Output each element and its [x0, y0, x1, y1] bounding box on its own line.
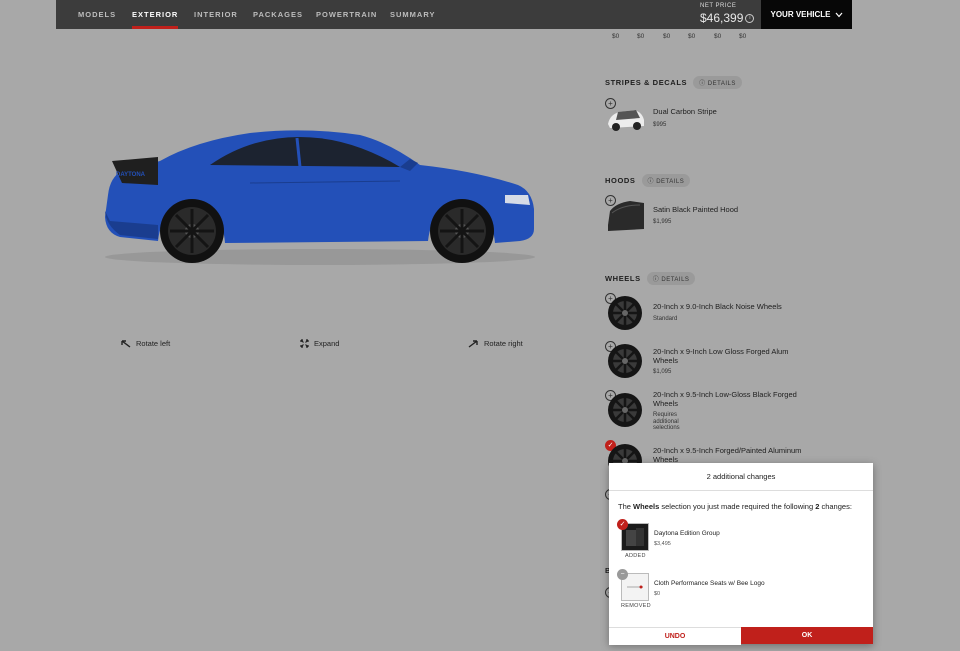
modal-message: The Wheels selection you just made requi…	[618, 502, 852, 511]
rotate-left-label: Rotate left	[136, 339, 171, 348]
details-label: DETAILS	[707, 81, 736, 87]
change-price: $0	[654, 591, 661, 597]
option-name: 20-Inch x 9.5-Inch Low-Gloss Black Forge…	[653, 390, 797, 408]
car-image[interactable]: DAYTONA	[100, 125, 540, 270]
modal-title: 2 additional changes	[609, 463, 873, 491]
option-name: Dual Carbon Stripe	[653, 107, 717, 116]
ok-button[interactable]: OK	[741, 627, 873, 644]
stripes-section-header: STRIPES & DECALS ⓘ DETAILS	[605, 76, 742, 89]
net-price[interactable]: $46,399 i	[700, 11, 755, 25]
expand-label: Expand	[314, 339, 340, 348]
removed-minus-icon: −	[617, 569, 628, 580]
stripes-details-button[interactable]: ⓘ DETAILS	[693, 76, 742, 89]
added-check-icon: ✓	[617, 519, 628, 530]
message-bold: Wheels	[633, 502, 660, 511]
wheels-title: WHEELS	[605, 274, 641, 283]
car-badge: DAYTONA	[116, 172, 146, 178]
stripes-title: STRIPES & DECALS	[605, 78, 688, 87]
change-status: ADDED	[625, 553, 646, 559]
option-sub: Requires additional selections	[653, 412, 680, 431]
hoods-section-header: HOODS ⓘ DETAILS	[605, 174, 691, 187]
rotate-right-label: Rotate right	[484, 339, 523, 348]
tab-interior[interactable]: INTERIOR	[194, 10, 238, 19]
option-price: $995	[653, 122, 667, 128]
change-name: Cloth Performance Seats w/ Bee Logo	[654, 580, 765, 587]
price-cell: $0	[637, 33, 645, 40]
details-label: DETAILS	[656, 179, 685, 185]
net-price-value: $46,399	[700, 11, 744, 25]
price-cell: $0	[663, 33, 671, 40]
your-vehicle-button[interactable]: YOUR VEHICLE	[761, 0, 852, 29]
undo-button[interactable]: UNDO	[609, 627, 741, 645]
details-label: DETAILS	[661, 277, 690, 283]
option-price: $1,995	[653, 219, 672, 225]
change-name: Daytona Edition Group	[654, 530, 720, 537]
additional-changes-modal: 2 additional changes The Wheels selectio…	[609, 463, 873, 645]
price-cell: $0	[612, 33, 620, 40]
tab-exterior[interactable]: EXTERIOR	[132, 10, 179, 29]
your-vehicle-label: YOUR VEHICLE	[770, 10, 831, 19]
rotate-right-icon	[468, 340, 478, 348]
tab-powertrain[interactable]: POWERTRAIN	[316, 10, 377, 19]
expand-button[interactable]: Expand	[300, 339, 339, 348]
net-price-label: NET PRICE	[700, 3, 737, 9]
hoods-title: HOODS	[605, 176, 636, 185]
chevron-down-icon	[835, 12, 842, 17]
wheel-option-thumbnail[interactable]	[606, 294, 644, 332]
info-icon[interactable]: i	[745, 14, 755, 24]
option-name: 20-Inch x 9.5-Inch Forged/Painted Alumin…	[653, 446, 802, 464]
message-mid: selection you just made required the fol…	[659, 502, 816, 511]
wheels-details-button[interactable]: ⓘ DETAILS	[646, 272, 696, 285]
tab-models[interactable]: MODELS	[78, 10, 116, 19]
tab-summary[interactable]: SUMMARY	[390, 10, 435, 19]
option-sub: $1,095	[653, 369, 672, 375]
wheels-section-header: WHEELS ⓘ DETAILS	[605, 272, 696, 285]
option-sub: Standard	[653, 316, 678, 322]
price-cell: $0	[688, 33, 696, 40]
hood-option-thumbnail[interactable]	[606, 199, 646, 235]
option-name: 20-Inch x 9.0-Inch Black Noise Wheels	[653, 302, 782, 311]
expand-icon	[300, 339, 309, 348]
wheel-option-thumbnail[interactable]	[606, 391, 644, 429]
rotate-right-button[interactable]: Rotate right	[468, 339, 523, 348]
option-name: 20-Inch x 9-Inch Low Gloss Forged Alum W…	[653, 347, 789, 365]
change-status: REMOVED	[621, 603, 651, 609]
price-cell: $0	[739, 33, 747, 40]
hoods-details-button[interactable]: ⓘ DETAILS	[641, 174, 691, 187]
price-cell: $0	[714, 33, 722, 40]
rotate-left-button[interactable]: Rotate left	[120, 339, 170, 348]
rotate-left-icon	[121, 340, 131, 348]
option-name: Satin Black Painted Hood	[653, 205, 739, 214]
stripe-option-thumbnail[interactable]	[606, 104, 646, 134]
wheel-option-thumbnail[interactable]	[606, 342, 644, 380]
message-suffix: changes:	[819, 502, 852, 511]
change-price: $3,495	[654, 541, 671, 547]
tab-packages[interactable]: PACKAGES	[253, 10, 303, 19]
message-prefix: The	[618, 502, 634, 511]
